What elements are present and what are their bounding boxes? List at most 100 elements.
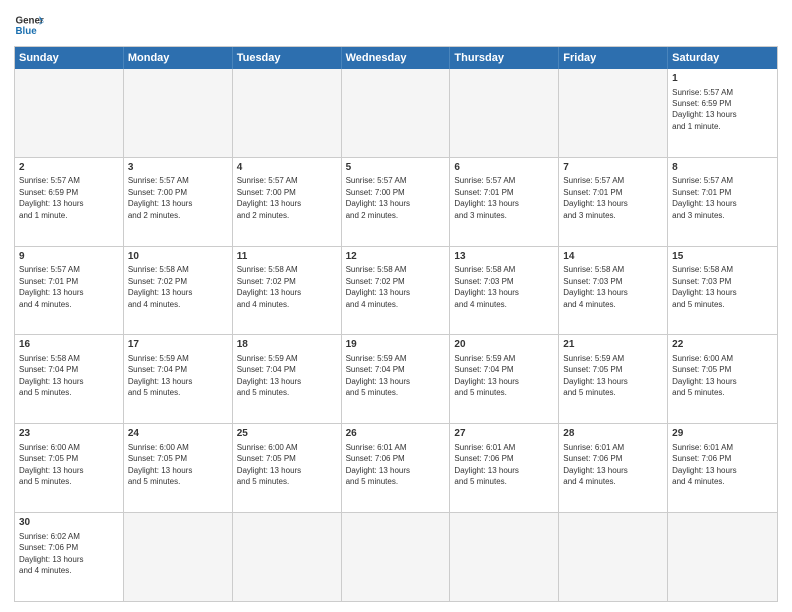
calendar: SundayMondayTuesdayWednesdayThursdayFrid… bbox=[14, 46, 778, 602]
sun-info: Sunrise: 5:58 AM Sunset: 7:02 PM Dayligh… bbox=[128, 265, 192, 308]
calendar-cell: 28 Sunrise: 6:01 AM Sunset: 7:06 PM Dayli… bbox=[559, 424, 668, 512]
page: General Blue SundayMondayTuesdayWednesda… bbox=[0, 0, 792, 612]
day-number: 15 bbox=[672, 250, 773, 264]
day-number: 17 bbox=[128, 338, 228, 352]
calendar-cell: 23Sunrise: 6:00 AM Sunset: 7:05 PM Dayli… bbox=[15, 424, 124, 512]
sun-info: Sunrise: 6:00 AM Sunset: 7:05 PM Dayligh… bbox=[128, 443, 192, 486]
day-number: 8 bbox=[672, 161, 773, 175]
day-number: 5 bbox=[346, 161, 446, 175]
day-number: 10 bbox=[128, 250, 228, 264]
sun-info: Sunrise: 5:59 AM Sunset: 7:04 PM Dayligh… bbox=[237, 354, 301, 397]
day-number: 1 bbox=[672, 72, 773, 86]
sun-info: Sunrise: 5:58 AM Sunset: 7:03 PM Dayligh… bbox=[672, 265, 736, 308]
day-header-tuesday: Tuesday bbox=[233, 47, 342, 69]
day-number: 9 bbox=[19, 250, 119, 264]
sun-info: Sunrise: 6:02 AM Sunset: 7:06 PM Dayligh… bbox=[19, 532, 83, 575]
calendar-cell bbox=[559, 513, 668, 601]
calendar-cell: 13Sunrise: 5:58 AM Sunset: 7:03 PM Dayli… bbox=[450, 247, 559, 335]
calendar-cell bbox=[450, 69, 559, 157]
day-number: 30 bbox=[19, 516, 119, 530]
day-number: 20 bbox=[454, 338, 554, 352]
day-number: 19 bbox=[346, 338, 446, 352]
calendar-cell bbox=[559, 69, 668, 157]
day-number: 26 bbox=[346, 427, 446, 441]
sun-info: Sunrise: 6:00 AM Sunset: 7:05 PM Dayligh… bbox=[237, 443, 301, 486]
sun-info: Sunrise: 6:01 AM Sunset: 7:06 PM Dayligh… bbox=[672, 443, 736, 486]
calendar-cell: 15Sunrise: 5:58 AM Sunset: 7:03 PM Dayli… bbox=[668, 247, 777, 335]
day-number: 4 bbox=[237, 161, 337, 175]
day-number: 2 bbox=[19, 161, 119, 175]
calendar-cell: 16 Sunrise: 5:58 AM Sunset: 7:04 PM Dayli… bbox=[15, 335, 124, 423]
calendar-cell: 17 Sunrise: 5:59 AM Sunset: 7:04 PM Dayli… bbox=[124, 335, 233, 423]
calendar-cell: 22 Sunrise: 6:00 AM Sunset: 7:05 PM Dayli… bbox=[668, 335, 777, 423]
calendar-cell: 25 Sunrise: 6:00 AM Sunset: 7:05 PM Dayli… bbox=[233, 424, 342, 512]
calendar-cell: 5Sunrise: 5:57 AM Sunset: 7:00 PM Daylig… bbox=[342, 158, 451, 246]
header: General Blue bbox=[14, 10, 778, 40]
calendar-cell bbox=[342, 513, 451, 601]
calendar-header: SundayMondayTuesdayWednesdayThursdayFrid… bbox=[15, 47, 777, 69]
day-number: 7 bbox=[563, 161, 663, 175]
calendar-cell: 20Sunrise: 5:59 AM Sunset: 7:04 PM Dayli… bbox=[450, 335, 559, 423]
calendar-cell: 30 Sunrise: 6:02 AM Sunset: 7:06 PM Dayli… bbox=[15, 513, 124, 601]
sun-info: Sunrise: 5:59 AM Sunset: 7:05 PM Dayligh… bbox=[563, 354, 627, 397]
sun-info: Sunrise: 5:59 AM Sunset: 7:04 PM Dayligh… bbox=[346, 354, 410, 397]
calendar-cell: 24Sunrise: 6:00 AM Sunset: 7:05 PM Dayli… bbox=[124, 424, 233, 512]
day-header-thursday: Thursday bbox=[450, 47, 559, 69]
calendar-cell bbox=[15, 69, 124, 157]
calendar-cell: 21 Sunrise: 5:59 AM Sunset: 7:05 PM Dayli… bbox=[559, 335, 668, 423]
day-header-monday: Monday bbox=[124, 47, 233, 69]
sun-info: Sunrise: 5:58 AM Sunset: 7:04 PM Dayligh… bbox=[19, 354, 83, 397]
day-number: 13 bbox=[454, 250, 554, 264]
sun-info: Sunrise: 5:57 AM Sunset: 6:59 PM Dayligh… bbox=[672, 88, 736, 131]
sun-info: Sunrise: 5:58 AM Sunset: 7:02 PM Dayligh… bbox=[237, 265, 301, 308]
sun-info: Sunrise: 6:00 AM Sunset: 7:05 PM Dayligh… bbox=[19, 443, 83, 486]
calendar-cell: 27Sunrise: 6:01 AM Sunset: 7:06 PM Dayli… bbox=[450, 424, 559, 512]
calendar-cell: 4Sunrise: 5:57 AM Sunset: 7:00 PM Daylig… bbox=[233, 158, 342, 246]
sun-info: Sunrise: 5:58 AM Sunset: 7:03 PM Dayligh… bbox=[454, 265, 518, 308]
calendar-cell bbox=[124, 513, 233, 601]
calendar-body: 1 Sunrise: 5:57 AM Sunset: 6:59 PM Daylig… bbox=[15, 69, 777, 601]
calendar-row: 16 Sunrise: 5:58 AM Sunset: 7:04 PM Dayli… bbox=[15, 334, 777, 423]
day-number: 3 bbox=[128, 161, 228, 175]
day-number: 12 bbox=[346, 250, 446, 264]
day-number: 16 bbox=[19, 338, 119, 352]
sun-info: Sunrise: 6:01 AM Sunset: 7:06 PM Dayligh… bbox=[454, 443, 518, 486]
calendar-cell: 7Sunrise: 5:57 AM Sunset: 7:01 PM Daylig… bbox=[559, 158, 668, 246]
sun-info: Sunrise: 6:01 AM Sunset: 7:06 PM Dayligh… bbox=[563, 443, 627, 486]
calendar-cell bbox=[342, 69, 451, 157]
calendar-row: 9Sunrise: 5:57 AM Sunset: 7:01 PM Daylig… bbox=[15, 246, 777, 335]
calendar-cell: 2Sunrise: 5:57 AM Sunset: 6:59 PM Daylig… bbox=[15, 158, 124, 246]
sun-info: Sunrise: 5:57 AM Sunset: 7:01 PM Dayligh… bbox=[19, 265, 83, 308]
calendar-cell: 19 Sunrise: 5:59 AM Sunset: 7:04 PM Dayli… bbox=[342, 335, 451, 423]
calendar-cell bbox=[233, 513, 342, 601]
calendar-cell bbox=[124, 69, 233, 157]
svg-text:Blue: Blue bbox=[16, 26, 38, 37]
sun-info: Sunrise: 5:57 AM Sunset: 7:00 PM Dayligh… bbox=[237, 176, 301, 219]
day-number: 14 bbox=[563, 250, 663, 264]
logo-icon: General Blue bbox=[14, 10, 44, 40]
sun-info: Sunrise: 5:58 AM Sunset: 7:02 PM Dayligh… bbox=[346, 265, 410, 308]
calendar-cell: 3Sunrise: 5:57 AM Sunset: 7:00 PM Daylig… bbox=[124, 158, 233, 246]
calendar-cell: 26Sunrise: 6:01 AM Sunset: 7:06 PM Dayli… bbox=[342, 424, 451, 512]
calendar-cell bbox=[450, 513, 559, 601]
day-header-saturday: Saturday bbox=[668, 47, 777, 69]
calendar-row: 23Sunrise: 6:00 AM Sunset: 7:05 PM Dayli… bbox=[15, 423, 777, 512]
calendar-row: 2Sunrise: 5:57 AM Sunset: 6:59 PM Daylig… bbox=[15, 157, 777, 246]
calendar-cell: 1 Sunrise: 5:57 AM Sunset: 6:59 PM Daylig… bbox=[668, 69, 777, 157]
sun-info: Sunrise: 5:57 AM Sunset: 7:01 PM Dayligh… bbox=[672, 176, 736, 219]
day-number: 6 bbox=[454, 161, 554, 175]
sun-info: Sunrise: 6:00 AM Sunset: 7:05 PM Dayligh… bbox=[672, 354, 736, 397]
calendar-cell: 10Sunrise: 5:58 AM Sunset: 7:02 PM Dayli… bbox=[124, 247, 233, 335]
sun-info: Sunrise: 5:57 AM Sunset: 7:00 PM Dayligh… bbox=[128, 176, 192, 219]
sun-info: Sunrise: 5:59 AM Sunset: 7:04 PM Dayligh… bbox=[128, 354, 192, 397]
day-number: 28 bbox=[563, 427, 663, 441]
day-number: 22 bbox=[672, 338, 773, 352]
calendar-cell: 9Sunrise: 5:57 AM Sunset: 7:01 PM Daylig… bbox=[15, 247, 124, 335]
calendar-row: 30 Sunrise: 6:02 AM Sunset: 7:06 PM Dayli… bbox=[15, 512, 777, 601]
day-number: 25 bbox=[237, 427, 337, 441]
calendar-cell bbox=[233, 69, 342, 157]
sun-info: Sunrise: 5:58 AM Sunset: 7:03 PM Dayligh… bbox=[563, 265, 627, 308]
sun-info: Sunrise: 5:57 AM Sunset: 7:00 PM Dayligh… bbox=[346, 176, 410, 219]
calendar-cell bbox=[668, 513, 777, 601]
day-number: 21 bbox=[563, 338, 663, 352]
